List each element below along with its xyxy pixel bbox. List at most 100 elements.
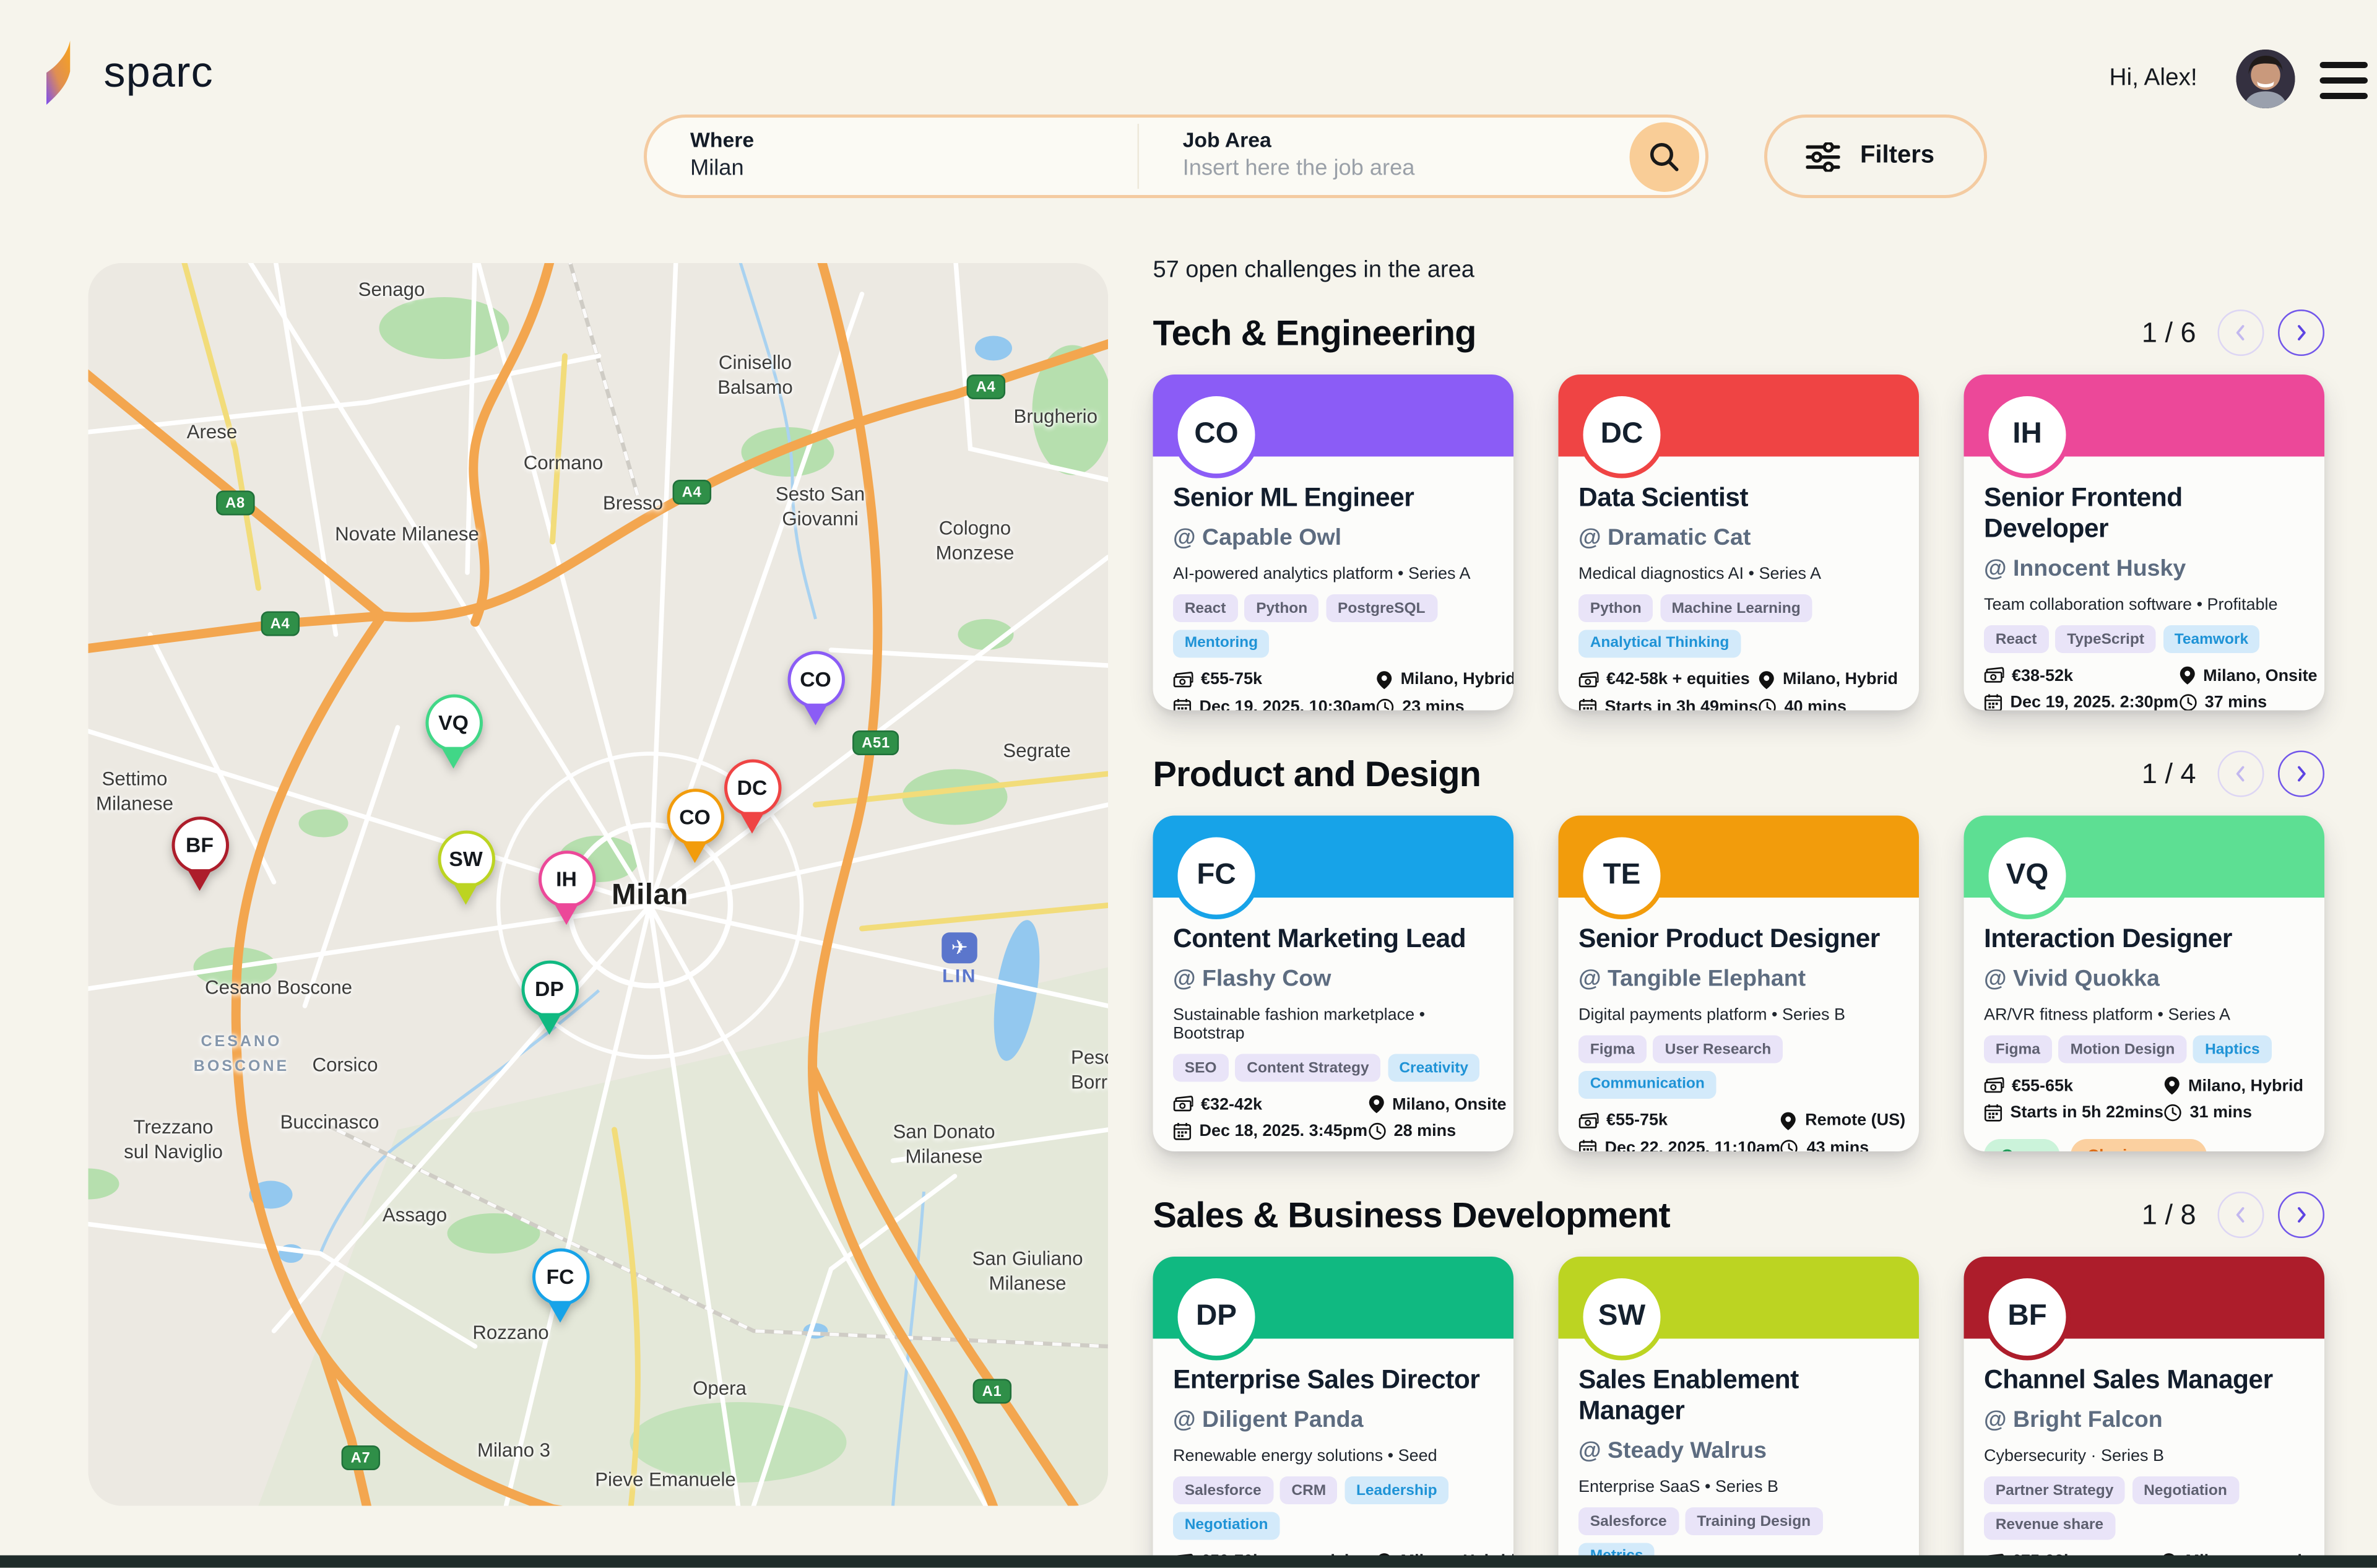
avatar-image bbox=[2236, 50, 2295, 108]
job-card[interactable]: FC Content Marketing Lead @ Flashy Cow S… bbox=[1153, 816, 1514, 1152]
pin-initials: CO bbox=[787, 651, 844, 709]
logo[interactable]: sparc bbox=[46, 40, 214, 105]
road-badge-a4: A4 bbox=[673, 480, 711, 505]
pin-tail bbox=[548, 1301, 573, 1323]
job-area-input[interactable] bbox=[1183, 152, 1608, 181]
date-detail: Dec 19, 2025. 10:30am bbox=[1173, 697, 1376, 710]
company-initials-avatar: BF bbox=[1984, 1274, 2071, 1361]
tag: Motion Design bbox=[2059, 1036, 2186, 1063]
location-value: Milano, Hybrid bbox=[2188, 1076, 2303, 1095]
duration-value: 31 mins bbox=[2190, 1104, 2253, 1122]
filters-label: Filters bbox=[1860, 142, 1934, 170]
company-name[interactable]: @ Steady Walrus bbox=[1578, 1438, 1899, 1465]
tag: Python bbox=[1578, 594, 1653, 622]
company-name[interactable]: @ Bright Falcon bbox=[1984, 1407, 2305, 1434]
tag-list: SalesforceCRMLeadershipNegotiation bbox=[1173, 1476, 1494, 1539]
salary-value: €55-75k bbox=[1606, 1111, 1668, 1130]
next-page-button[interactable] bbox=[2278, 751, 2324, 797]
tag: Salesforce bbox=[1578, 1507, 1678, 1535]
company-name[interactable]: @ Flashy Cow bbox=[1173, 966, 1494, 992]
road-badge-a51: A51 bbox=[852, 730, 899, 755]
company-name[interactable]: @ Vivid Quokka bbox=[1984, 966, 2305, 992]
avatar[interactable] bbox=[2236, 50, 2295, 108]
duration-value: 43 mins bbox=[1807, 1138, 1869, 1151]
prev-page-button[interactable] bbox=[2218, 751, 2264, 797]
company-name[interactable]: @ Dramatic Cat bbox=[1578, 525, 1899, 552]
pin-initials: BF bbox=[171, 816, 228, 874]
tag: Machine Learning bbox=[1660, 594, 1812, 622]
pin-initials: DP bbox=[521, 961, 578, 1018]
tag: Haptics bbox=[2193, 1036, 2271, 1063]
pagination: 1 / 6 bbox=[2142, 310, 2324, 356]
filters-button[interactable]: Filters bbox=[1764, 115, 1987, 198]
job-section: Tech & Engineering 1 / 6 CO Senior ML En… bbox=[1153, 310, 2325, 711]
map-pin-bf[interactable]: BF bbox=[170, 816, 229, 891]
clock-icon bbox=[1780, 1138, 1799, 1151]
map-pin-ih[interactable]: IH bbox=[537, 851, 596, 925]
map-pin-vq[interactable]: VQ bbox=[424, 695, 483, 769]
company-name[interactable]: @ Innocent Husky bbox=[1984, 556, 2305, 583]
calendar-icon bbox=[1173, 697, 1192, 710]
map-panel[interactable]: MilanSenagoCiniselloBalsamoBrugherioAres… bbox=[89, 263, 1109, 1506]
job-title: Content Marketing Lead bbox=[1173, 924, 1494, 955]
prev-page-button[interactable] bbox=[2218, 310, 2264, 356]
map-pin-co[interactable]: CO bbox=[786, 651, 845, 726]
job-card[interactable]: VQ Interaction Designer @ Vivid Quokka A… bbox=[1964, 816, 2325, 1152]
job-card[interactable]: IH Senior Frontend Developer @ Innocent … bbox=[1964, 375, 2325, 711]
duration-detail: 40 mins bbox=[1758, 697, 1899, 710]
pin-tail bbox=[803, 704, 828, 726]
tag: PostgreSQL bbox=[1326, 594, 1437, 622]
duration-detail: 43 mins bbox=[1780, 1138, 1905, 1151]
company-name[interactable]: @ Diligent Panda bbox=[1173, 1407, 1494, 1434]
job-area-field[interactable]: Job Area bbox=[1140, 118, 1630, 195]
money-icon bbox=[1578, 1112, 1599, 1129]
money-icon bbox=[1984, 667, 2004, 685]
clock-icon bbox=[1367, 1122, 1386, 1141]
map-pin-sw[interactable]: SW bbox=[436, 831, 495, 905]
job-card[interactable]: CO Senior ML Engineer @ Capable Owl AI-p… bbox=[1153, 375, 1514, 711]
job-card[interactable]: DC Data Scientist @ Dramatic Cat Medical… bbox=[1559, 375, 1920, 711]
job-title: Senior Product Designer bbox=[1578, 924, 1899, 955]
company-description: Team collaboration software • Profitable bbox=[1984, 596, 2305, 615]
map-pin-dp[interactable]: DP bbox=[520, 961, 579, 1035]
job-card[interactable]: SW Sales Enablement Manager @ Steady Wal… bbox=[1559, 1257, 1920, 1568]
prev-page-button[interactable] bbox=[2218, 1192, 2264, 1238]
job-section: Product and Design 1 / 4 FC Content Mark… bbox=[1153, 751, 2325, 1152]
map-pin-fc[interactable]: FC bbox=[531, 1249, 590, 1323]
clock-icon bbox=[2163, 1104, 2182, 1122]
hamburger-menu-icon[interactable] bbox=[2320, 62, 2368, 99]
results-panel: 57 open challenges in the area Tech & En… bbox=[1153, 257, 2325, 1568]
company-description: Sustainable fashion marketplace • Bootst… bbox=[1173, 1006, 1494, 1043]
status-badges: OpenClosing soon bbox=[1984, 1139, 2305, 1151]
company-name[interactable]: @ Capable Owl bbox=[1173, 525, 1494, 552]
date-detail: Dec 19, 2025. 2:30pm bbox=[1984, 693, 2178, 711]
pin-initials: CO bbox=[666, 789, 724, 846]
where-input[interactable] bbox=[690, 152, 1115, 181]
next-page-button[interactable] bbox=[2278, 310, 2324, 356]
map-pin-dc[interactable]: DC bbox=[723, 760, 782, 834]
tag: Teamwork bbox=[2163, 625, 2260, 653]
company-description: Digital payments platform • Series B bbox=[1578, 1006, 1899, 1024]
map-pin-co[interactable]: CO bbox=[665, 789, 724, 863]
tag: Analytical Thinking bbox=[1578, 629, 1741, 657]
duration-detail: 28 mins bbox=[1367, 1122, 1506, 1141]
next-page-button[interactable] bbox=[2278, 1192, 2324, 1238]
tag: Salesforce bbox=[1173, 1476, 1273, 1504]
job-card[interactable]: DP Enterprise Sales Director @ Diligent … bbox=[1153, 1257, 1514, 1568]
tag: Figma bbox=[1984, 1036, 2052, 1063]
job-card[interactable]: TE Senior Product Designer @ Tangible El… bbox=[1559, 816, 1920, 1152]
pagination-fraction: 1 / 4 bbox=[2142, 758, 2196, 790]
date-value: Dec 19, 2025. 10:30am bbox=[1200, 697, 1376, 710]
search-button[interactable] bbox=[1630, 121, 1700, 191]
where-field[interactable]: Where bbox=[647, 118, 1137, 195]
job-card[interactable]: BF Channel Sales Manager @ Bright Falcon… bbox=[1964, 1257, 2325, 1568]
company-name[interactable]: @ Tangible Elephant bbox=[1578, 966, 1899, 992]
pin-initials: IH bbox=[538, 851, 595, 908]
job-title: Enterprise Sales Director bbox=[1173, 1365, 1494, 1396]
duration-detail: 31 mins bbox=[2163, 1104, 2304, 1122]
money-icon bbox=[1173, 671, 1193, 688]
salary-value: €42-58k + equities bbox=[1606, 670, 1750, 689]
pagination-fraction: 1 / 8 bbox=[2142, 1198, 2196, 1231]
location-value: Milano, Onsite bbox=[1392, 1095, 1506, 1114]
pagination: 1 / 8 bbox=[2142, 1192, 2324, 1238]
